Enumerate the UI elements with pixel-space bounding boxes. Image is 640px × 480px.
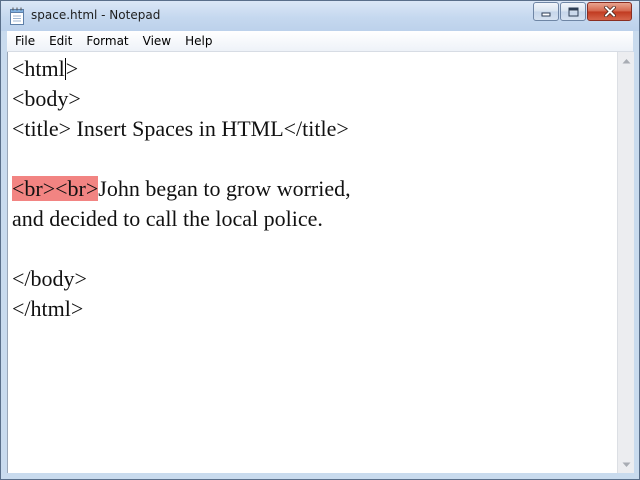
editor-line: </html> [12,296,84,321]
line-text: John began to grow worried, [98,176,351,201]
menu-file[interactable]: File [7,32,42,51]
minimize-icon [541,12,551,16]
editor-line: <body> [12,86,81,111]
vertical-scrollbar[interactable] [617,52,634,473]
title-bar[interactable]: space.html - Notepad [1,1,639,31]
editor-line: and decided to call the local police. [12,206,323,231]
menu-view[interactable]: View [136,32,178,51]
text-editor[interactable]: <html> <body> <title> Insert Spaces in H… [7,52,617,473]
editor-line: </body> [12,266,87,291]
window-bottom-frame [1,473,639,479]
scroll-down-arrow-icon [622,462,630,467]
editor-line: <title> Insert Spaces in HTML</title> [12,116,349,141]
text-selection: <br><br> [12,176,99,201]
editor-lines: <html> <body> <title> Insert Spaces in H… [12,54,351,324]
close-icon [603,6,616,17]
editor-line: <html> [12,54,351,84]
notepad-icon[interactable] [9,7,25,25]
menu-format[interactable]: Format [79,32,135,51]
menu-edit[interactable]: Edit [42,32,79,51]
editor-line: <br><br>John began to grow worried, [12,174,351,204]
scroll-up-arrow-icon [622,58,630,63]
scroll-down-button[interactable] [618,456,634,473]
minimize-button[interactable] [533,2,559,21]
maximize-button[interactable] [560,2,586,21]
window-title: space.html - Notepad [31,8,161,22]
notepad-window: space.html - Notepad File Edit Format Vi… [0,0,640,480]
close-button[interactable] [587,2,632,21]
menu-help[interactable]: Help [178,32,219,51]
line-text-before-caret: <html [12,56,65,81]
scroll-up-button[interactable] [618,52,634,69]
menu-bar: File Edit Format View Help [7,31,633,52]
line-text-after-caret: > [65,56,79,81]
maximize-icon [568,7,578,16]
